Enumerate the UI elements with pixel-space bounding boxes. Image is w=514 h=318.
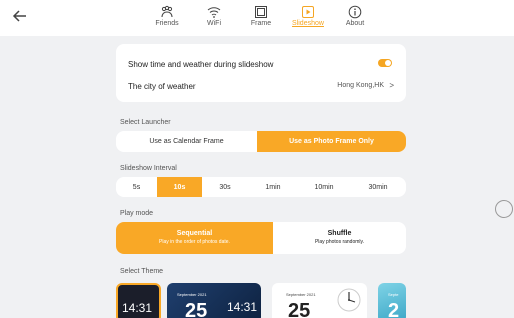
- slideshow-settings-card: Show time and weather during slideshow T…: [116, 44, 406, 102]
- show-time-weather-toggle[interactable]: [378, 59, 392, 67]
- sequential-subtitle: Play in the order of photos date.: [159, 239, 230, 245]
- interval-option-5s[interactable]: 5s: [116, 177, 157, 197]
- friends-icon: [161, 5, 173, 18]
- launcher-option-calendar[interactable]: Use as Calendar Frame: [116, 131, 257, 152]
- interval-option-10s[interactable]: 10s: [157, 177, 202, 197]
- wifi-icon: [207, 7, 221, 18]
- weather-city-label: The city of weather: [128, 82, 196, 91]
- tab-slideshow[interactable]: Slideshow: [285, 2, 331, 34]
- chevron-right-icon[interactable]: >: [389, 81, 394, 90]
- select-theme-title: Select Theme: [120, 268, 164, 275]
- play-mode-selector: Sequential Play in the order of photos d…: [116, 222, 406, 254]
- theme-option-1[interactable]: 14:31: [116, 283, 161, 318]
- select-launcher-title: Select Launcher: [120, 119, 171, 126]
- tab-friends-label: Friends: [155, 20, 179, 27]
- frame-icon: [255, 6, 267, 18]
- tab-frame[interactable]: Frame: [238, 2, 284, 34]
- theme-2-time: 14:31: [227, 300, 258, 314]
- theme-option-2[interactable]: September 2021 25 14:31: [167, 283, 261, 318]
- info-icon: [348, 5, 362, 19]
- tab-wifi-label: WiFi: [207, 20, 221, 27]
- tab-friends[interactable]: Friends: [144, 2, 190, 34]
- play-mode-title: Play mode: [120, 210, 154, 217]
- theme-3-month: September 2021: [286, 292, 316, 297]
- play-mode-sequential[interactable]: Sequential Play in the order of photos d…: [116, 222, 273, 254]
- theme-1-time: 14:31: [122, 301, 153, 315]
- tab-frame-label: Frame: [250, 20, 272, 27]
- theme-4-month: Septe: [388, 292, 399, 297]
- interval-option-1min[interactable]: 1min: [248, 177, 298, 197]
- slideshow-interval-title: Slideshow Interval: [120, 165, 177, 172]
- launcher-selector: Use as Calendar Frame Use as Photo Frame…: [116, 131, 406, 152]
- theme-4-day: 2: [388, 300, 400, 318]
- play-mode-shuffle[interactable]: Shuffle Play photos randomly.: [273, 222, 406, 254]
- weather-city-value[interactable]: Hong Kong,HK: [337, 82, 384, 89]
- theme-option-3[interactable]: September 2021 25: [272, 283, 367, 318]
- tab-wifi[interactable]: WiFi: [191, 2, 237, 34]
- tab-about-label: About: [345, 20, 365, 27]
- tab-slideshow-label: Slideshow: [292, 20, 324, 27]
- show-time-weather-label: Show time and weather during slideshow: [128, 60, 274, 69]
- back-arrow-icon[interactable]: [10, 6, 30, 26]
- sequential-title: Sequential: [176, 230, 213, 237]
- theme-2-day: 25: [185, 300, 208, 318]
- shuffle-title: Shuffle: [327, 230, 352, 237]
- theme-3-day: 25: [288, 300, 311, 318]
- floating-home-button[interactable]: [495, 200, 513, 218]
- theme-option-4[interactable]: Septe 2: [378, 283, 406, 318]
- top-nav-bar: Friends WiFi Frame Slideshow About: [0, 0, 514, 36]
- tab-about[interactable]: About: [332, 2, 378, 34]
- interval-option-10min[interactable]: 10min: [298, 177, 350, 197]
- slideshow-icon: [302, 6, 314, 18]
- interval-option-30min[interactable]: 30min: [350, 177, 406, 197]
- theme-2-month: September 2021: [177, 292, 207, 297]
- interval-selector: 5s 10s 30s 1min 10min 30min: [116, 177, 406, 197]
- shuffle-subtitle: Play photos randomly.: [314, 239, 365, 245]
- launcher-option-photo-frame[interactable]: Use as Photo Frame Only: [257, 131, 406, 152]
- analog-clock-icon: [337, 288, 361, 312]
- interval-option-30s[interactable]: 30s: [202, 177, 248, 197]
